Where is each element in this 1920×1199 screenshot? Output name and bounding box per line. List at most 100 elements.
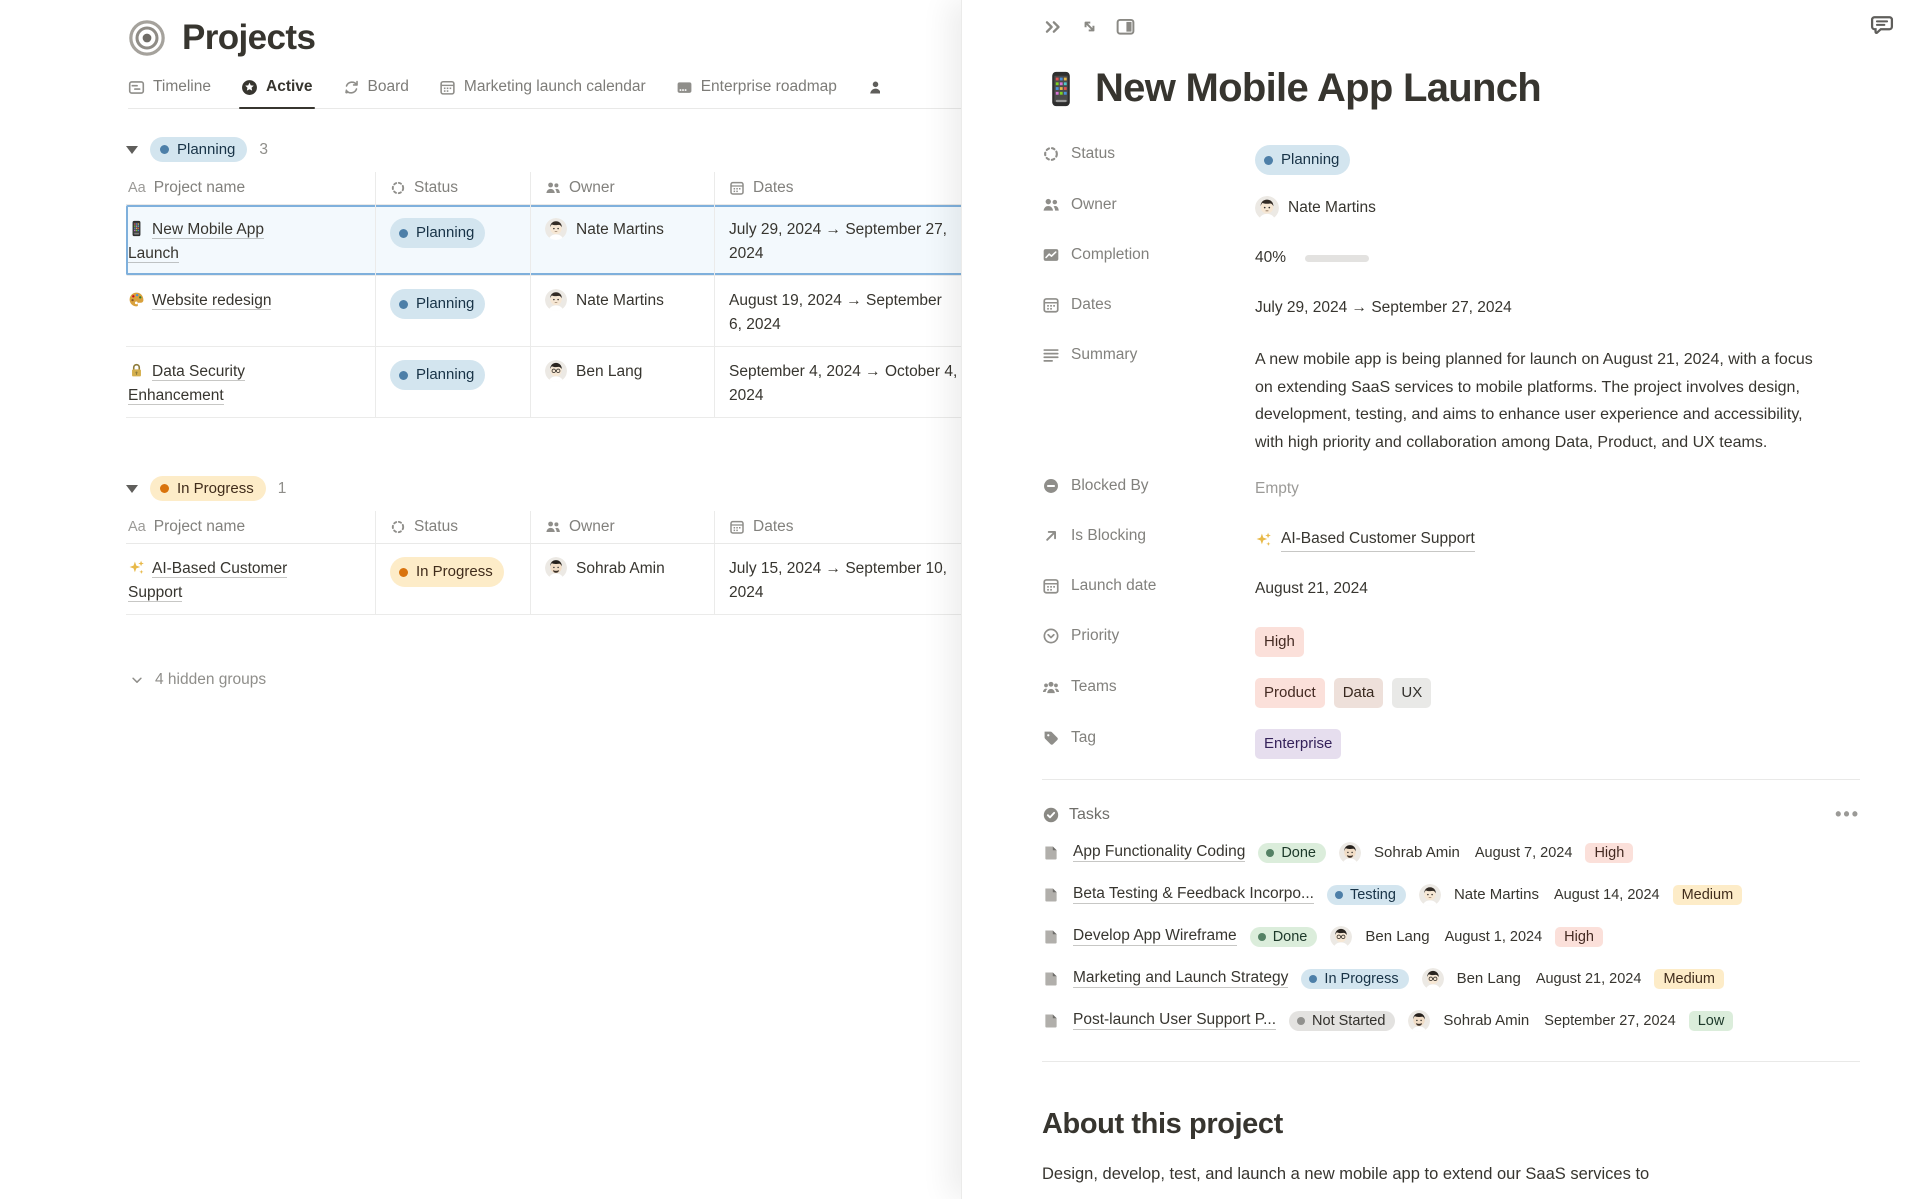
lock-icon <box>128 362 145 379</box>
table-row-ai-based-customer-support[interactable]: AI-Based Customer Support In Progress So… <box>126 544 986 615</box>
table-header-row: AaProject name Status Owner Dates <box>126 511 986 544</box>
side-peek-icon[interactable] <box>1115 16 1136 37</box>
tasks-title[interactable]: Tasks <box>1042 806 1110 824</box>
group-header-in-progress[interactable]: In Progress 1 <box>126 476 1010 501</box>
project-name-cell[interactable]: Data Security Enhancement <box>126 347 376 417</box>
column-header-status[interactable]: Status <box>376 511 531 543</box>
project-name-cell[interactable]: New Mobile App Launch <box>126 205 376 275</box>
people-icon <box>1042 196 1060 214</box>
status-value[interactable]: Planning <box>1255 141 1350 175</box>
page-icon <box>1042 928 1060 946</box>
tag-value[interactable]: Enterprise <box>1255 725 1341 759</box>
teams-value[interactable]: Product Data UX <box>1255 674 1431 708</box>
owner-value[interactable]: Nate Martins <box>1255 192 1376 220</box>
comments-icon[interactable] <box>1870 13 1894 37</box>
status-dot <box>160 145 169 154</box>
phone-icon <box>1042 70 1080 108</box>
tab-partial-hidden[interactable] <box>867 79 880 96</box>
page-header: Projects <box>128 18 1010 58</box>
teams-icon <box>1042 678 1060 696</box>
property-status: Status Planning <box>1042 141 1860 175</box>
priority-value[interactable]: High <box>1255 623 1304 657</box>
status-pill: Planning <box>390 360 485 390</box>
progress-bar <box>1305 255 1369 262</box>
completion-value[interactable]: 40% <box>1255 242 1369 270</box>
person-icon <box>867 79 880 96</box>
linked-project[interactable]: AI-Based Customer Support <box>1281 527 1475 552</box>
avatar <box>1330 926 1352 948</box>
owner-cell[interactable]: Ben Lang <box>531 347 715 417</box>
status-cell[interactable]: Planning <box>376 347 531 417</box>
tab-marketing-launch-calendar[interactable]: Marketing launch calendar <box>439 78 646 96</box>
dates-cell[interactable]: July 29, 2024 → September 27, 2024 <box>715 205 986 275</box>
check-circle-icon <box>1042 806 1060 824</box>
status-cell[interactable]: Planning <box>376 205 531 275</box>
avatar <box>1422 968 1444 990</box>
summary-value[interactable]: A new mobile app is being planned for la… <box>1255 342 1820 456</box>
tag-icon <box>1042 729 1060 747</box>
dates-cell[interactable]: July 15, 2024 → September 10, 2024 <box>715 544 986 614</box>
task-priority-pill: Medium <box>1654 969 1724 989</box>
view-tabbar: Timeline Active Board Marketing launch c… <box>128 78 988 109</box>
column-header-owner[interactable]: Owner <box>531 172 715 204</box>
tab-board[interactable]: Board <box>343 78 409 96</box>
column-header-dates[interactable]: Dates <box>715 172 986 204</box>
task-row-marketing-and-launch-strategy[interactable]: Marketing and Launch Strategy In Progres… <box>1042 964 1860 993</box>
hidden-groups-toggle[interactable]: 4 hidden groups <box>130 671 1010 689</box>
page-icon <box>1042 844 1060 862</box>
avatar <box>545 360 567 382</box>
table-row-data-security-enhancement[interactable]: Data Security Enhancement Planning Ben L… <box>126 347 986 418</box>
property-owner: Owner Nate Martins <box>1042 192 1860 225</box>
avatar <box>545 289 567 311</box>
blocked-by-value[interactable]: Empty <box>1255 473 1299 501</box>
owner-cell[interactable]: Sohrab Amin <box>531 544 715 614</box>
properties-list: Status Planning Owner Nate Martins Compl… <box>1042 141 1860 759</box>
calendar-icon <box>439 79 456 96</box>
dates-cell[interactable]: August 19, 2024 → September 6, 2024 <box>715 276 986 346</box>
status-cell[interactable]: Planning <box>376 276 531 346</box>
page-title: Projects <box>182 18 315 58</box>
is-blocking-value[interactable]: AI-Based Customer Support <box>1255 523 1475 552</box>
project-name-cell[interactable]: AI-Based Customer Support <box>126 544 376 614</box>
owner-cell[interactable]: Nate Martins <box>531 205 715 275</box>
collapse-triangle-icon[interactable] <box>126 485 138 493</box>
status-cell[interactable]: In Progress <box>376 544 531 614</box>
launch-date-value[interactable]: August 21, 2024 <box>1255 573 1368 601</box>
dates-cell[interactable]: September 4, 2024 → October 4, 2024 <box>715 347 986 417</box>
table-row-new-mobile-app-launch[interactable]: New Mobile App Launch Planning Nate Mart… <box>126 205 986 276</box>
open-full-page-icon[interactable] <box>1079 16 1100 37</box>
sparkles-icon <box>128 559 145 576</box>
task-status-pill: Done <box>1250 927 1318 947</box>
column-header-dates[interactable]: Dates <box>715 511 986 543</box>
tab-enterprise-roadmap[interactable]: Enterprise roadmap <box>676 78 837 96</box>
task-priority-pill: Medium <box>1673 885 1743 905</box>
project-name-cell[interactable]: Website redesign <box>126 276 376 346</box>
task-status-pill: Not Started <box>1289 1011 1395 1031</box>
more-options-icon[interactable]: ••• <box>1835 804 1860 825</box>
avatar <box>1419 884 1441 906</box>
column-header-project-name[interactable]: AaProject name <box>126 172 376 204</box>
target-icon <box>128 19 166 57</box>
tab-active[interactable]: Active <box>241 78 313 96</box>
column-header-owner[interactable]: Owner <box>531 511 715 543</box>
team-pill-ux: UX <box>1392 678 1431 708</box>
collapse-triangle-icon[interactable] <box>126 146 138 154</box>
status-pill: Planning <box>390 289 485 319</box>
task-row-beta-testing[interactable]: Beta Testing & Feedback Incorpo... Testi… <box>1042 880 1860 909</box>
close-peek-icon[interactable] <box>1042 16 1064 38</box>
tab-timeline[interactable]: Timeline <box>128 78 211 96</box>
owner-cell[interactable]: Nate Martins <box>531 276 715 346</box>
group-header-planning[interactable]: Planning 3 <box>126 137 1010 162</box>
calendar-icon <box>729 519 745 535</box>
task-row-develop-app-wireframe[interactable]: Develop App Wireframe Done Ben Lang Augu… <box>1042 922 1860 951</box>
status-pill: In Progress <box>390 557 504 587</box>
column-header-project-name[interactable]: AaProject name <box>126 511 376 543</box>
dates-value[interactable]: July 29, 2024 → September 27, 2024 <box>1255 292 1512 320</box>
page-icon <box>1042 886 1060 904</box>
table-row-website-redesign[interactable]: Website redesign Planning Nate Martins A… <box>126 276 986 347</box>
task-row-app-functionality-coding[interactable]: App Functionality Coding Done Sohrab Ami… <box>1042 838 1860 867</box>
task-row-post-launch-user-support[interactable]: Post-launch User Support P... Not Starte… <box>1042 1006 1860 1035</box>
sparkles-icon <box>1255 531 1272 548</box>
column-header-status[interactable]: Status <box>376 172 531 204</box>
property-launch-date: Launch date August 21, 2024 <box>1042 573 1860 606</box>
